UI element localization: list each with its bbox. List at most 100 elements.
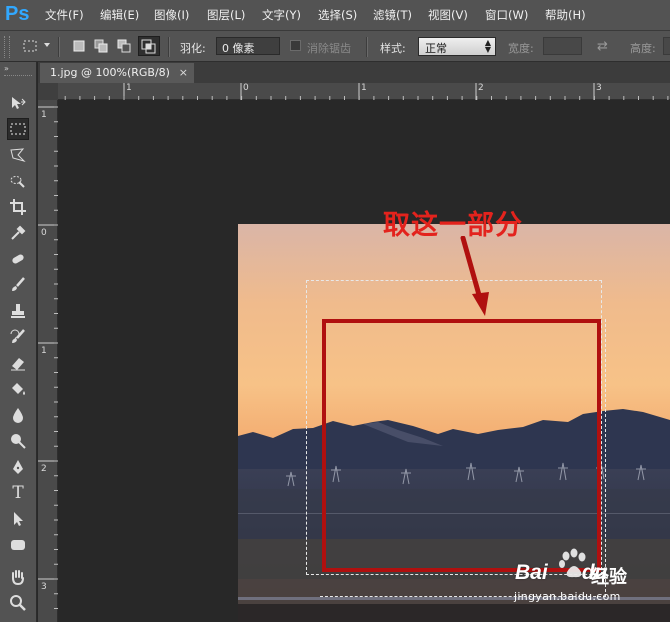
baidu-logo-text: Bai [515, 561, 548, 584]
close-icon[interactable]: × [179, 63, 188, 83]
healing-brush-icon [12, 254, 24, 264]
tool-type[interactable]: T [7, 482, 29, 504]
height-label: 高度: [630, 42, 656, 55]
tool-pen[interactable] [7, 456, 29, 478]
ruler-label: 3 [596, 83, 602, 93]
ruler-label: 1 [41, 110, 47, 120]
collapse-icon[interactable]: » [4, 64, 9, 73]
tool-shape[interactable] [7, 534, 29, 556]
tool-clone-stamp[interactable] [7, 300, 29, 322]
divider [366, 37, 368, 57]
select-arrows-icon: ▲ ▼ [484, 38, 491, 54]
height-input[interactable] [663, 37, 670, 55]
tool-rect-marquee[interactable] [7, 118, 29, 140]
menu-window[interactable]: 窗口(W) [485, 7, 528, 23]
new-selection-button[interactable] [72, 38, 86, 52]
ruler-label: 3 [41, 582, 47, 592]
tool-eyedropper[interactable] [7, 222, 29, 244]
menu-type[interactable]: 文字(Y) [262, 7, 301, 23]
menu-image[interactable]: 图像(I) [154, 7, 189, 23]
tool-path-select[interactable] [7, 508, 29, 530]
menu-edit[interactable]: 编辑(E) [100, 7, 139, 23]
tool-crop[interactable] [7, 196, 29, 218]
path-select-icon [14, 512, 23, 526]
horizontal-ruler[interactable]: 1 0 1 2 3 [58, 83, 670, 100]
shape-icon [11, 540, 25, 550]
ruler-label: 1 [126, 83, 132, 93]
antialias-label: 消除锯齿 [307, 42, 351, 55]
highlight-box [322, 319, 601, 572]
ruler-label: 0 [41, 228, 47, 238]
menu-file[interactable]: 文件(F) [45, 7, 84, 23]
move-icon [12, 97, 26, 109]
ruler-label: 2 [478, 83, 484, 93]
blur-icon [13, 408, 23, 423]
pen-icon [13, 460, 23, 474]
antialias-checkbox[interactable] [290, 40, 301, 51]
tool-dodge[interactable] [7, 430, 29, 452]
width-input[interactable] [543, 37, 582, 55]
style-label: 样式: [380, 42, 406, 55]
tool-move[interactable] [7, 92, 29, 114]
intersect-selection-button[interactable] [138, 36, 160, 56]
menu-help[interactable]: 帮助(H) [545, 7, 586, 23]
menu-bar: Ps 文件(F) 编辑(E) 图像(I) 图层(L) 文字(Y) 选择(S) 滤… [0, 0, 670, 30]
grip-icon [4, 75, 32, 78]
tool-eraser[interactable] [7, 352, 29, 374]
swap-icon[interactable]: ⇄ [597, 39, 608, 54]
rect-marquee-icon [23, 40, 37, 52]
add-selection-button[interactable] [94, 38, 108, 53]
divider [58, 37, 60, 57]
history-brush-icon [10, 329, 25, 343]
feather-label: 羽化: [180, 42, 206, 55]
divider [168, 37, 170, 57]
tool-zoom[interactable] [7, 592, 29, 614]
arrow-icon [460, 236, 489, 316]
photoshop-logo: Ps [5, 3, 30, 25]
crop-icon [10, 199, 26, 215]
polygon-lasso-icon [10, 148, 26, 162]
rect-marquee-icon [10, 123, 26, 135]
tool-preset-picker[interactable] [22, 38, 38, 54]
tool-lasso[interactable] [7, 144, 29, 166]
brush-icon [12, 277, 25, 291]
menu-layer[interactable]: 图层(L) [207, 7, 245, 23]
eyedropper-icon [11, 225, 26, 240]
ruler-label: 1 [361, 83, 367, 93]
feather-input[interactable]: 0 像素 [216, 37, 280, 55]
type-icon: T [12, 483, 24, 503]
paint-bucket-icon [12, 383, 25, 395]
menu-filter[interactable]: 滤镜(T) [373, 7, 412, 23]
ruler-label: 0 [243, 83, 249, 93]
menu-view[interactable]: 视图(V) [428, 7, 468, 23]
tool-hand[interactable] [7, 566, 29, 588]
ruler-label: 2 [41, 464, 47, 474]
document-tab[interactable]: 1.jpg @ 100%(RGB/8) × [40, 63, 194, 83]
clone-stamp-icon [11, 304, 25, 318]
tool-healing[interactable] [7, 248, 29, 270]
ruler-origin[interactable] [38, 83, 58, 100]
intersect-selection-icon [141, 39, 156, 54]
jingyan-label: 经验 [591, 567, 627, 588]
watermark-url: jingyan.baidu.com [514, 590, 621, 603]
tool-paint-bucket[interactable] [7, 378, 29, 400]
grip-icon [4, 36, 10, 58]
toolbox: » T [0, 62, 37, 622]
vertical-ruler[interactable]: 1 0 1 2 3 [38, 100, 58, 622]
tool-brush[interactable] [7, 274, 29, 296]
subtract-selection-button[interactable] [117, 38, 131, 53]
width-label: 宽度: [508, 42, 534, 55]
eraser-icon [11, 358, 25, 371]
ruler-ticks [38, 106, 58, 609]
style-select[interactable]: 正常 ▲ ▼ [418, 37, 496, 56]
dodge-icon [11, 434, 26, 449]
chevron-down-icon[interactable] [44, 43, 50, 47]
tool-history-brush[interactable] [7, 326, 29, 348]
tool-blur[interactable] [7, 404, 29, 426]
menu-select[interactable]: 选择(S) [318, 7, 357, 23]
new-selection-icon [73, 40, 85, 52]
tool-quick-select[interactable] [7, 170, 29, 192]
quick-select-icon [10, 176, 25, 188]
options-bar: 羽化: 0 像素 消除锯齿 样式: 正常 ▲ ▼ 宽度: ⇄ 高度: [0, 30, 670, 62]
document-tab-title: 1.jpg @ 100%(RGB/8) [50, 66, 170, 79]
